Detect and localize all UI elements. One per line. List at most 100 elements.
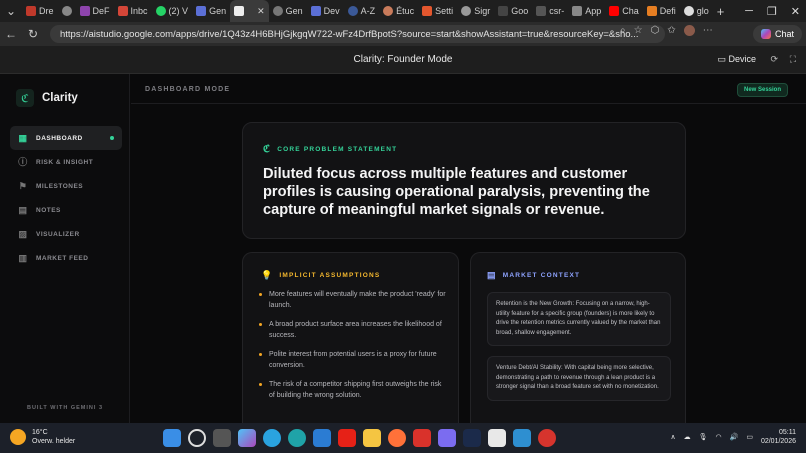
browser-tab[interactable]: Cha <box>605 0 643 22</box>
new-session-button[interactable]: New Session <box>736 83 788 97</box>
reload-icon[interactable]: ↻ <box>22 27 44 41</box>
window-controls: ─ ❐ ✕ <box>745 0 800 22</box>
taskbar-apps <box>163 429 556 447</box>
capcut-icon[interactable] <box>488 429 506 447</box>
mode-label: DASHBOARD MODE <box>145 86 231 93</box>
zoom-icon[interactable]: ⌕ <box>620 25 626 36</box>
restore-icon[interactable]: ❐ <box>767 5 777 18</box>
more-icon[interactable]: ⋯ <box>703 25 713 36</box>
new-tab-icon[interactable]: + <box>717 4 725 19</box>
favorites-icon[interactable]: ✩ <box>667 25 675 36</box>
favicon-icon <box>461 6 472 16</box>
chevron-up-icon[interactable]: ∧ <box>670 433 675 441</box>
address-bar-row: ← ↻ https://aistudio.google.com/apps/dri… <box>0 22 806 46</box>
taskbar: 16°C Overw. helder ∧ ☁ 🎙 ◠ 🔊 ▭ 05:11 02/… <box>0 423 806 453</box>
volume-icon[interactable]: 🔊 <box>730 433 739 441</box>
browser-tab[interactable]: glo <box>680 0 713 22</box>
close-window-icon[interactable]: ✕ <box>791 5 800 18</box>
document-icon: ▤ <box>487 270 497 280</box>
browser-tab-active[interactable]: ✕ <box>230 0 269 22</box>
weather-text: 16°C Overw. helder <box>32 428 75 446</box>
assumptions-list: More features will eventually make the p… <box>259 289 449 409</box>
sidebar-item-risk-insight[interactable]: ⓘ RISK & INSIGHT <box>10 150 122 174</box>
url-field[interactable]: https://aistudio.google.com/apps/drive/1… <box>50 25 665 43</box>
list-item: The risk of a competitor shipping first … <box>259 379 449 401</box>
browser-tab[interactable]: Gen <box>269 0 307 22</box>
problem-statement-card: ℭ CORE PROBLEM STATEMENT Diluted focus a… <box>242 122 686 239</box>
sidebar-nav: ▦ DASHBOARD ⓘ RISK & INSIGHT ⚑ MILESTONE… <box>10 126 122 270</box>
minimize-icon[interactable]: ─ <box>745 5 753 17</box>
browser-tab[interactable]: Dre <box>22 0 58 22</box>
browser-tab[interactable]: Setti <box>418 0 457 22</box>
search-icon[interactable] <box>188 429 206 447</box>
vpn-icon[interactable] <box>438 429 456 447</box>
firefox-icon[interactable] <box>388 429 406 447</box>
file-explorer-icon[interactable] <box>363 429 381 447</box>
profile-avatar[interactable] <box>683 25 695 36</box>
microphone-icon[interactable]: 🎙 <box>699 433 708 441</box>
browser-tab[interactable] <box>58 0 76 22</box>
feed-icon: ▥ <box>18 253 28 263</box>
market-label-text: MARKET CONTEXT <box>502 272 581 279</box>
clock[interactable]: 05:11 02/01/2026 <box>761 428 796 446</box>
browser-tab[interactable]: A-Z <box>344 0 380 22</box>
browser-tab[interactable]: csr- <box>532 0 568 22</box>
browser-tab[interactable]: (2) V <box>152 0 193 22</box>
browser-tab[interactable]: Goo <box>494 0 532 22</box>
wps-icon[interactable] <box>413 429 431 447</box>
device-button[interactable]: ▭ Device <box>717 54 756 65</box>
clarity-logo-icon: ℭ <box>263 144 272 155</box>
onedrive-icon[interactable]: ☁ <box>684 433 691 441</box>
market-item: Retention is the New Growth: Focusing on… <box>487 292 671 346</box>
copilot-icon[interactable] <box>238 429 256 447</box>
refresh-icon[interactable]: ⟳ <box>770 54 778 65</box>
back-icon[interactable]: ← <box>0 27 22 41</box>
sidebar-item-label: MILESTONES <box>36 182 84 190</box>
favicon-icon <box>61 6 72 16</box>
sidebar-item-notes[interactable]: ▤ NOTES <box>10 198 122 222</box>
fullscreen-icon[interactable]: ⛶ <box>790 54 796 65</box>
browser-tab[interactable]: Sigr <box>457 0 494 22</box>
favicon-icon <box>272 6 283 16</box>
photoshop-icon[interactable] <box>463 429 481 447</box>
favicon-icon <box>234 6 245 16</box>
browser-tab[interactable]: DeF <box>76 0 114 22</box>
grid-icon: ▦ <box>18 133 28 143</box>
clarity-logo-icon: ℭ <box>16 89 34 107</box>
extensions-icon[interactable]: ⬡ <box>651 25 660 36</box>
problem-label-text: CORE PROBLEM STATEMENT <box>277 146 398 153</box>
sidebar: ℭ Clarity ▦ DASHBOARD ⓘ RISK & INSIGHT ⚑… <box>0 74 130 423</box>
youtube-icon[interactable] <box>338 429 356 447</box>
start-icon[interactable] <box>163 429 181 447</box>
clock-time: 05:11 <box>779 429 796 436</box>
browser-tab[interactable]: Defi <box>643 0 680 22</box>
browser-tab[interactable]: Étuc <box>379 0 418 22</box>
favicon-icon <box>310 6 321 16</box>
browser-tab[interactable]: Gen <box>192 0 230 22</box>
close-tab-icon[interactable]: ✕ <box>257 6 265 17</box>
sidebar-item-visualizer[interactable]: ▨ VISUALIZER <box>10 222 122 246</box>
vscode-icon[interactable] <box>313 429 331 447</box>
notepad-icon[interactable] <box>513 429 531 447</box>
browser-tab[interactable]: App <box>568 0 605 22</box>
sidebar-item-dashboard[interactable]: ▦ DASHBOARD <box>10 126 122 150</box>
sidebar-item-market-feed[interactable]: ▥ MARKET FEED <box>10 246 122 270</box>
sidebar-item-milestones[interactable]: ⚑ MILESTONES <box>10 174 122 198</box>
browser-tab[interactable]: Inbc <box>114 0 152 22</box>
tab-search-icon[interactable]: ⌄ <box>0 4 22 18</box>
edge-icon[interactable] <box>288 429 306 447</box>
bookmark-star-icon[interactable]: ☆ <box>634 25 643 36</box>
wifi-icon[interactable]: ◠ <box>716 433 722 441</box>
device-label: Device <box>728 54 756 64</box>
telegram-icon[interactable] <box>263 429 281 447</box>
copilot-icon <box>760 29 771 39</box>
chrome-icon[interactable] <box>538 429 556 447</box>
browser-tab-strip: ⌄ Dre DeF Inbc (2) V Gen ✕ Gen Dev A-Z É… <box>0 0 806 22</box>
task-view-icon[interactable] <box>213 429 231 447</box>
favicon-icon <box>347 6 358 16</box>
weather-widget[interactable]: 16°C Overw. helder <box>10 428 75 446</box>
chat-button[interactable]: Chat <box>752 25 802 43</box>
battery-icon[interactable]: ▭ <box>746 433 753 441</box>
brand-name: Clarity <box>42 92 78 104</box>
browser-tab[interactable]: Dev <box>307 0 344 22</box>
